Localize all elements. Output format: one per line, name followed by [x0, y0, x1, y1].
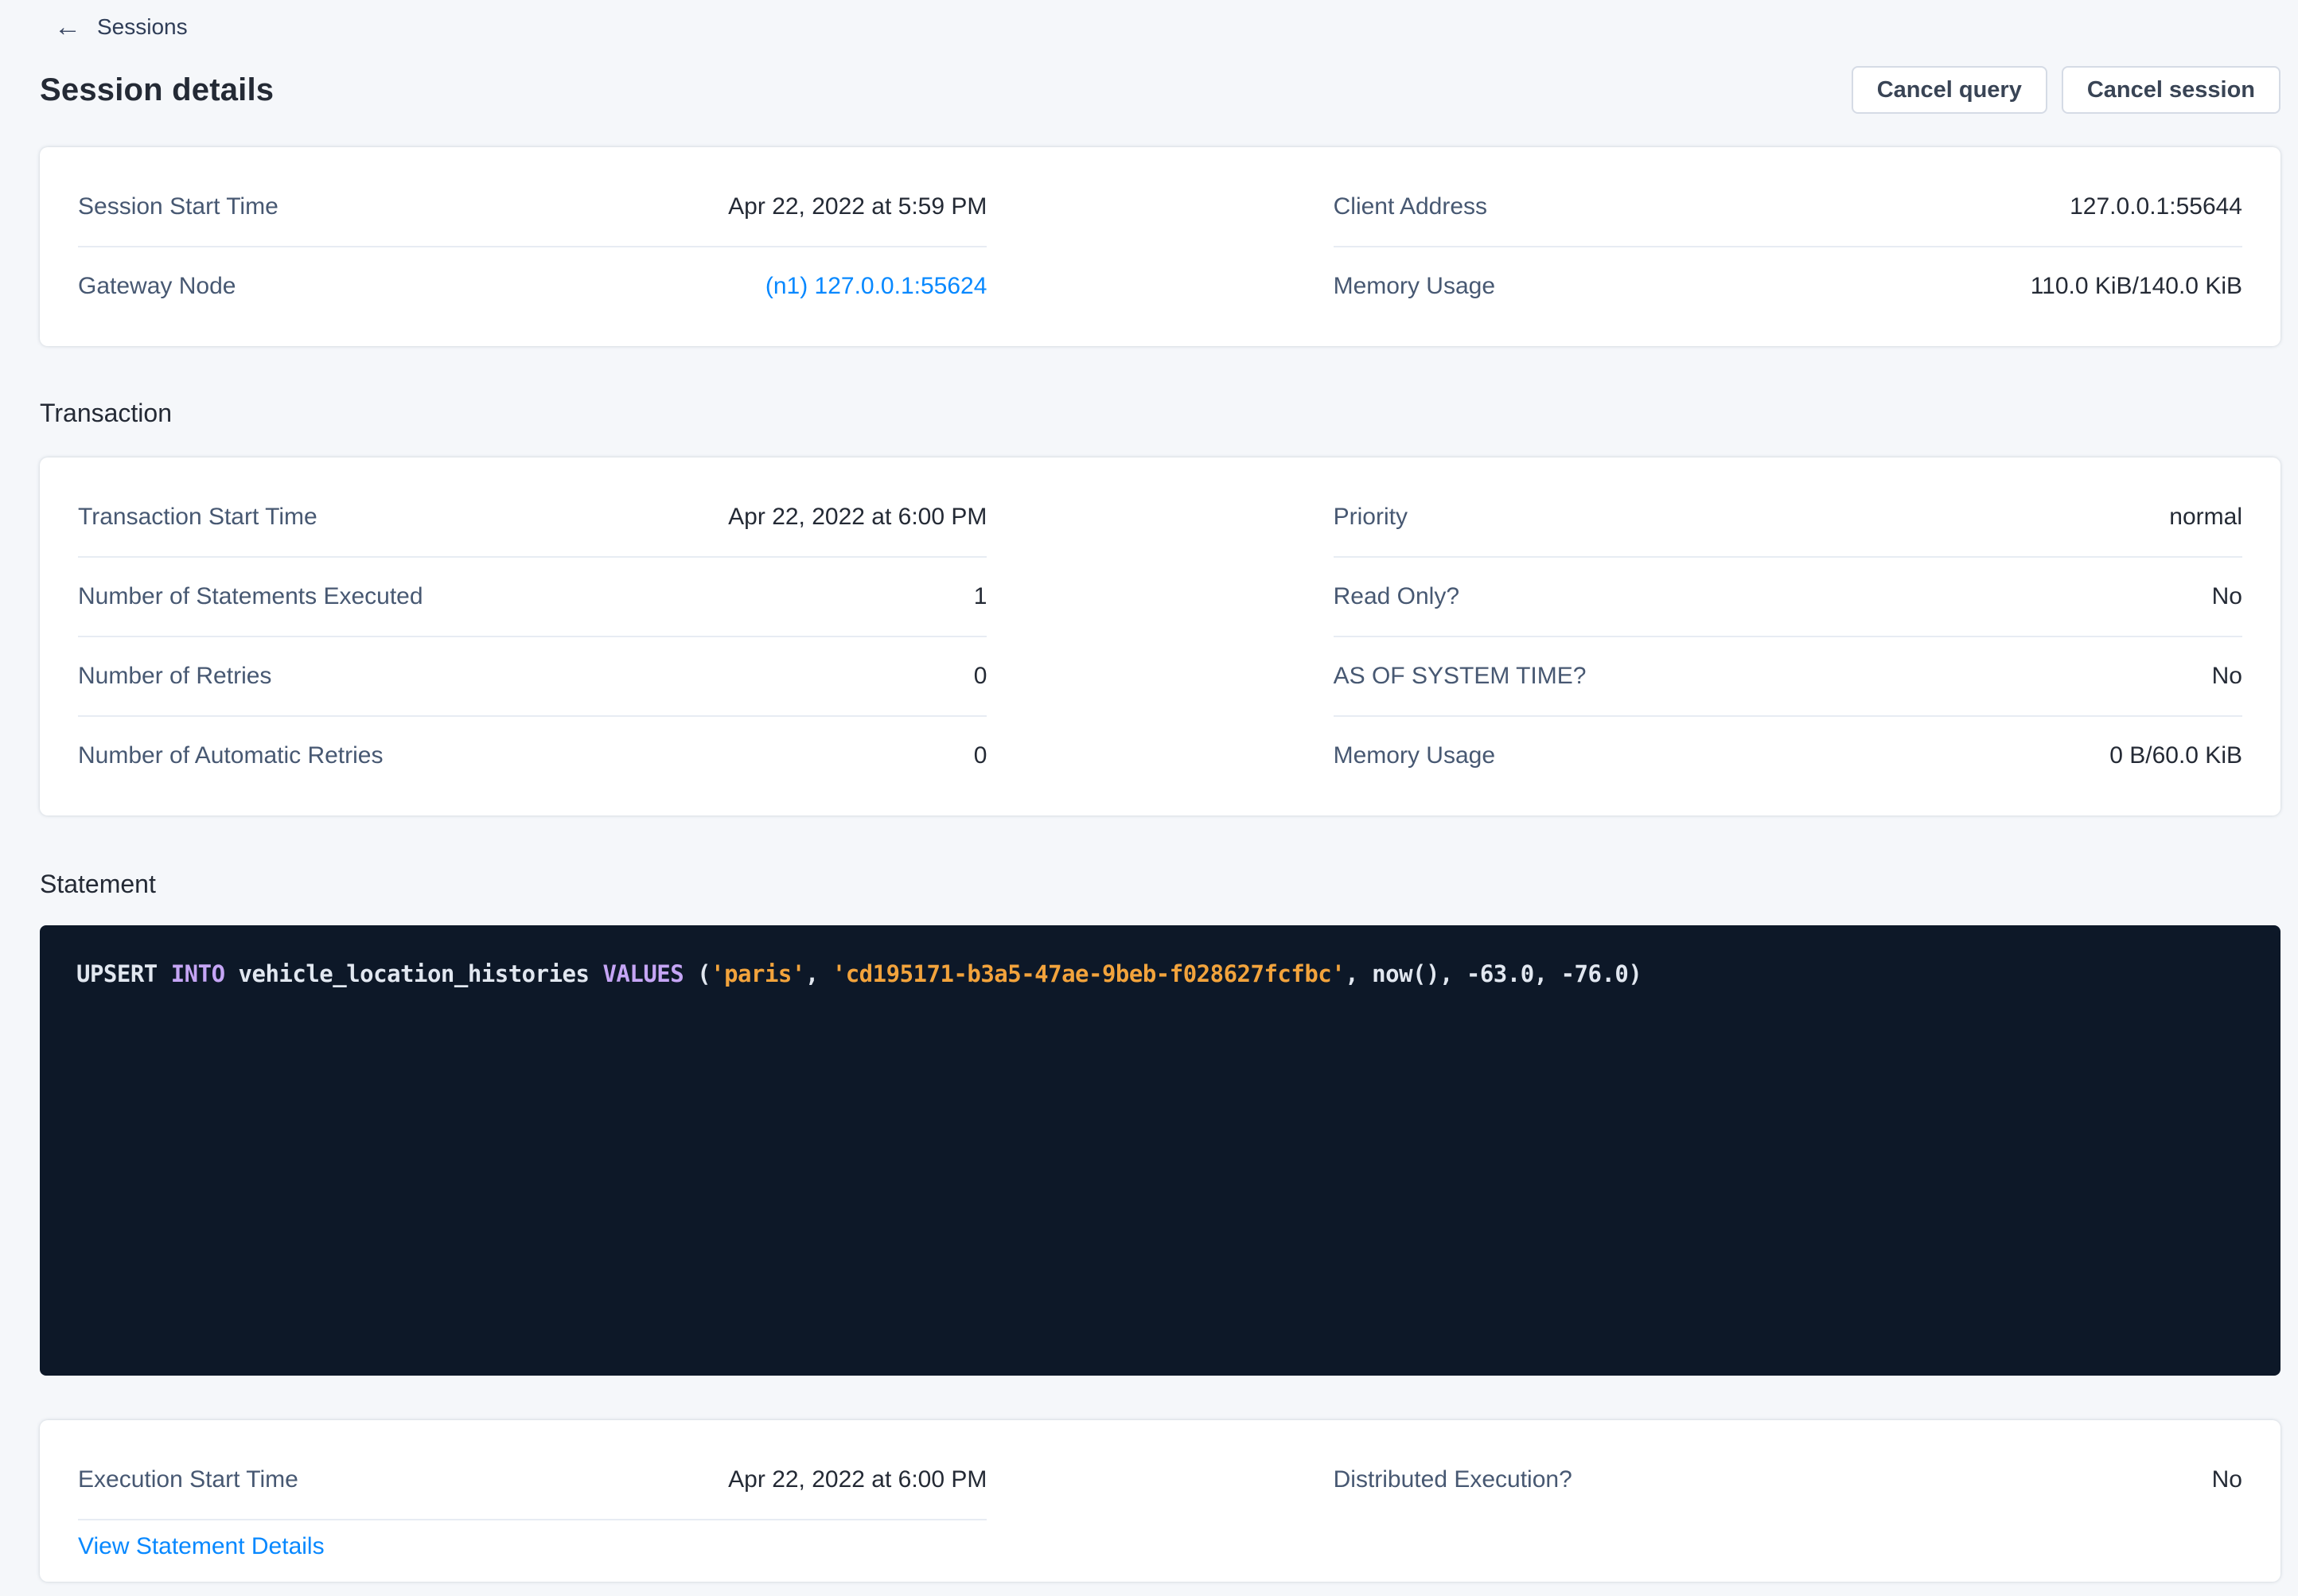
kv-value: No — [2212, 1465, 2242, 1495]
sql-token-plain: UPSERT — [76, 960, 171, 987]
transaction-section-heading: Transaction — [40, 395, 2280, 430]
kv-label: Number of Retries — [78, 661, 271, 691]
breadcrumb-sessions-link[interactable]: Sessions — [97, 14, 188, 40]
kv-value: No — [2212, 582, 2242, 612]
kv-row: Number of Automatic Retries 0 — [78, 717, 987, 795]
breadcrumb[interactable]: ← Sessions — [54, 11, 188, 43]
kv-label: Memory Usage — [1334, 271, 1495, 302]
transaction-right-column: PrioritynormalRead Only?NoAS OF SYSTEM T… — [1334, 478, 2242, 795]
execution-left-rows: Execution Start Time Apr 22, 2022 at 6:00… — [78, 1441, 987, 1520]
sql-token-plain: , now(), -63.0, -76.0) — [1345, 960, 1642, 987]
kv-row: Gateway Node (n1) 127.0.0.1:55624 — [78, 247, 987, 325]
kv-label: Client Address — [1334, 192, 1487, 222]
kv-label: Priority — [1334, 502, 1408, 532]
kv-value: 110.0 KiB/140.0 KiB — [2031, 271, 2242, 302]
kv-label: Gateway Node — [78, 271, 236, 302]
session-summary-right-column: Client Address 127.0.0.1:55644 Memory Usag… — [1334, 168, 2242, 325]
kv-value: Apr 22, 2022 at 6:00 PM — [728, 502, 987, 532]
kv-value: Apr 22, 2022 at 6:00 PM — [728, 1465, 987, 1495]
sql-token-plain: ( — [684, 960, 711, 987]
kv-value: 0 — [974, 741, 987, 771]
kv-row: Number of Retries 0 — [78, 637, 987, 717]
back-arrow-icon: ← — [54, 11, 81, 43]
kv-value: No — [2212, 661, 2242, 691]
kv-value-link[interactable]: (n1) 127.0.0.1:55624 — [765, 271, 987, 302]
sql-token-keyword: VALUES — [602, 960, 684, 987]
statement-details-link-row: View Statement Details — [78, 1520, 987, 1577]
kv-row: Memory Usage 110.0 KiB/140.0 KiB — [1334, 247, 2242, 325]
sql-token-string: 'paris' — [711, 960, 805, 987]
page-header: Session details Cancel query Cancel sess… — [40, 65, 2280, 115]
sql-token-plain: vehicle_location_histories — [225, 960, 603, 987]
kv-value: 127.0.0.1:55644 — [2070, 192, 2242, 222]
kv-value: Apr 22, 2022 at 5:59 PM — [728, 192, 987, 222]
execution-left-column: Execution Start Time Apr 22, 2022 at 6:00… — [78, 1441, 987, 1577]
kv-value: normal — [2169, 502, 2242, 532]
execution-right-column: Distributed Execution? No — [1334, 1441, 2242, 1577]
kv-row: Session Start Time Apr 22, 2022 at 5:59 P… — [78, 168, 987, 247]
page-title: Session details — [40, 72, 274, 108]
kv-label: Number of Statements Executed — [78, 582, 423, 612]
kv-label: Number of Automatic Retries — [78, 741, 383, 771]
session-details-page: ← Sessions Session details Cancel query … — [0, 0, 2298, 1582]
kv-row: Client Address 127.0.0.1:55644 — [1334, 168, 2242, 247]
sql-token-plain: , — [805, 960, 832, 987]
kv-row: AS OF SYSTEM TIME? No — [1334, 637, 2242, 717]
kv-label: Distributed Execution? — [1334, 1465, 1572, 1495]
header-actions: Cancel query Cancel session — [1852, 66, 2280, 114]
kv-label: Execution Start Time — [78, 1465, 298, 1495]
kv-row: Number of Statements Executed 1 — [78, 558, 987, 637]
kv-label: Session Start Time — [78, 192, 278, 222]
kv-row: Distributed Execution? No — [1334, 1441, 2242, 1519]
session-summary-left-column: Session Start Time Apr 22, 2022 at 5:59 P… — [78, 168, 987, 325]
statement-section-heading: Statement — [40, 866, 2280, 901]
transaction-left-column: Transaction Start Time Apr 22, 2022 at 6:… — [78, 478, 987, 795]
kv-row: Execution Start Time Apr 22, 2022 at 6:00… — [78, 1441, 987, 1520]
kv-label: AS OF SYSTEM TIME? — [1334, 661, 1587, 691]
cancel-session-button[interactable]: Cancel session — [2062, 66, 2280, 114]
transaction-card: Transaction Start Time Apr 22, 2022 at 6:… — [40, 457, 2280, 816]
kv-row: Read Only? No — [1334, 558, 2242, 637]
kv-row: Transaction Start Time Apr 22, 2022 at 6:… — [78, 478, 987, 558]
sql-token-string: 'cd195171-b3a5-47ae-9beb-f028627fcfbc' — [832, 960, 1345, 987]
cancel-query-button[interactable]: Cancel query — [1852, 66, 2047, 114]
sql-token-keyword: INTO — [171, 960, 225, 987]
kv-value: 0 B/60.0 KiB — [2109, 741, 2242, 771]
sql-statement: UPSERT INTO vehicle_location_histories V… — [76, 957, 2244, 991]
view-statement-details-link[interactable]: View Statement Details — [78, 1533, 325, 1559]
kv-label: Transaction Start Time — [78, 502, 317, 532]
session-summary-card: Session Start Time Apr 22, 2022 at 5:59 P… — [40, 147, 2280, 346]
statement-code-block: UPSERT INTO vehicle_location_histories V… — [40, 925, 2280, 1376]
execution-card: Execution Start Time Apr 22, 2022 at 6:00… — [40, 1420, 2280, 1582]
kv-row: Priority normal — [1334, 478, 2242, 558]
kv-row: Memory Usage 0 B/60.0 KiB — [1334, 717, 2242, 795]
kv-label: Read Only? — [1334, 582, 1459, 612]
kv-value: 1 — [974, 582, 987, 612]
kv-label: Memory Usage — [1334, 741, 1495, 771]
kv-value: 0 — [974, 661, 987, 691]
